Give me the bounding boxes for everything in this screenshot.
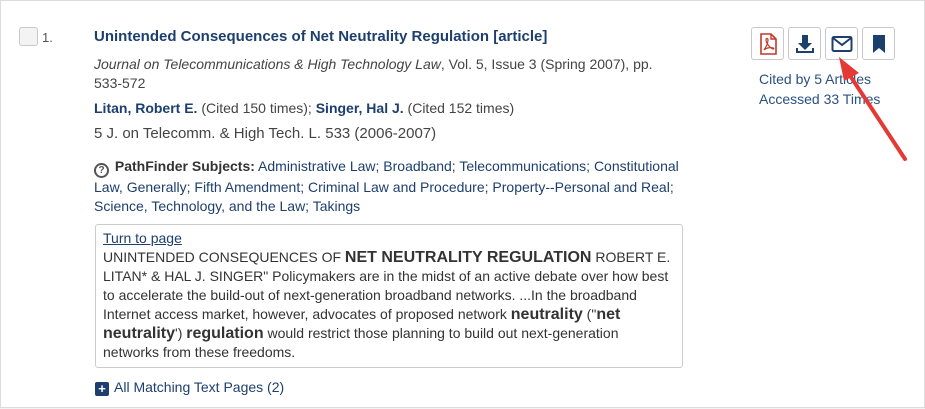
snippet-text: (" — [582, 306, 597, 322]
journal-info: Journal on Telecommunications & High Tec… — [94, 55, 684, 93]
all-matching-pages-link[interactable]: + All Matching Text Pages (2) — [95, 379, 284, 396]
citation: 5 J. on Telecomm. & High Tech. L. 533 (2… — [94, 125, 437, 142]
snippet-text: ') — [175, 325, 187, 341]
download-button[interactable] — [788, 27, 821, 60]
action-toolbar — [751, 27, 895, 60]
result-title-link[interactable]: Unintended Consequences of Net Neutralit… — [94, 28, 547, 45]
subjects-label: PathFinder Subjects: — [114, 158, 255, 174]
snippet-highlight: NET NEUTRALITY REGULATION — [344, 249, 592, 266]
author-cited-count: (Cited 150 times); — [197, 100, 312, 116]
pdf-button[interactable] — [751, 27, 784, 60]
envelope-icon — [831, 35, 852, 52]
accessed-count: Accessed 33 Times — [759, 91, 881, 107]
result-stats: Cited by 5 Articles Accessed 33 Times — [759, 69, 880, 109]
turn-to-page-link[interactable]: Turn to page — [103, 229, 675, 248]
search-result-card: 1. Unintended Consequences of Net Neutra… — [0, 0, 925, 408]
bookmark-button[interactable] — [862, 27, 895, 60]
author-link-litan[interactable]: Litan, Robert E. — [94, 100, 197, 116]
all-matching-label: All Matching Text Pages (2) — [114, 379, 285, 395]
result-number: 1. — [42, 30, 53, 45]
download-icon — [795, 34, 814, 53]
text-snippet: Turn to page UNINTENDED CONSEQUENCES OF … — [95, 224, 683, 368]
bookmark-icon — [872, 34, 885, 53]
authors-line: Litan, Robert E. (Cited 150 times); Sing… — [94, 100, 514, 116]
author-link-singer[interactable]: Singer, Hal J. — [316, 100, 404, 116]
email-button[interactable] — [825, 27, 858, 60]
journal-name: Journal on Telecommunications & High Tec… — [94, 56, 441, 72]
cited-by-link[interactable]: Cited by 5 Articles — [759, 69, 880, 89]
pdf-icon — [759, 32, 777, 55]
author-cited-count: (Cited 152 times) — [403, 100, 515, 116]
snippet-highlight: regulation — [186, 325, 264, 342]
snippet-text: UNINTENDED CONSEQUENCES OF — [103, 249, 345, 265]
pathfinder-subjects: ? PathFinder Subjects: Administrative La… — [94, 157, 684, 216]
help-icon[interactable]: ? — [94, 163, 109, 178]
plus-icon: + — [95, 382, 109, 396]
snippet-highlight: neutrality — [510, 306, 583, 323]
select-checkbox[interactable] — [19, 27, 38, 46]
